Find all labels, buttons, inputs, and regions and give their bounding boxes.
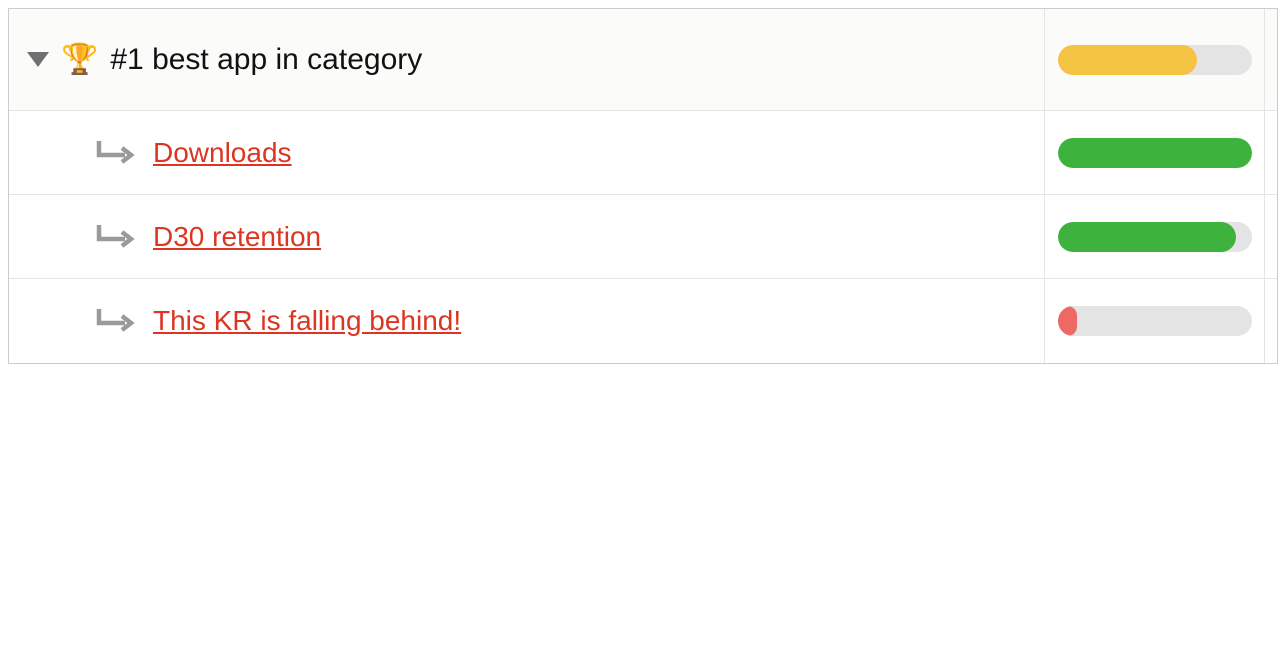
progress-bar [1058,306,1252,336]
kr-link[interactable]: Downloads [153,137,292,169]
objective-cell: 🏆 #1 best app in category [9,9,1045,110]
kr-progress-cell [1045,279,1265,363]
progress-bar [1058,138,1252,168]
progress-bar [1058,222,1252,252]
spacer [1265,9,1277,110]
spacer [1265,111,1277,194]
okr-table: 🏆 #1 best app in category Downloads [8,8,1278,364]
objective-progress-cell [1045,9,1265,110]
expand-toggle-icon[interactable] [27,52,49,67]
kr-progress-cell [1045,195,1265,278]
progress-fill [1058,306,1077,336]
spacer [1265,279,1277,363]
kr-progress-cell [1045,111,1265,194]
kr-link[interactable]: D30 retention [153,221,321,253]
kr-cell: D30 retention [9,195,1045,278]
objective-row: 🏆 #1 best app in category [9,9,1277,111]
spacer [1265,195,1277,278]
kr-row: This KR is falling behind! [9,279,1277,363]
kr-cell: Downloads [9,111,1045,194]
kr-link[interactable]: This KR is falling behind! [153,305,461,337]
progress-bar [1058,45,1252,75]
trophy-icon: 🏆 [61,45,98,75]
progress-fill [1058,45,1198,75]
objective-title: #1 best app in category [110,43,422,77]
progress-fill [1058,138,1252,168]
branch-arrow-icon [95,307,135,335]
progress-fill [1058,222,1236,252]
kr-row: Downloads [9,111,1277,195]
kr-row: D30 retention [9,195,1277,279]
branch-arrow-icon [95,223,135,251]
branch-arrow-icon [95,139,135,167]
kr-cell: This KR is falling behind! [9,279,1045,363]
